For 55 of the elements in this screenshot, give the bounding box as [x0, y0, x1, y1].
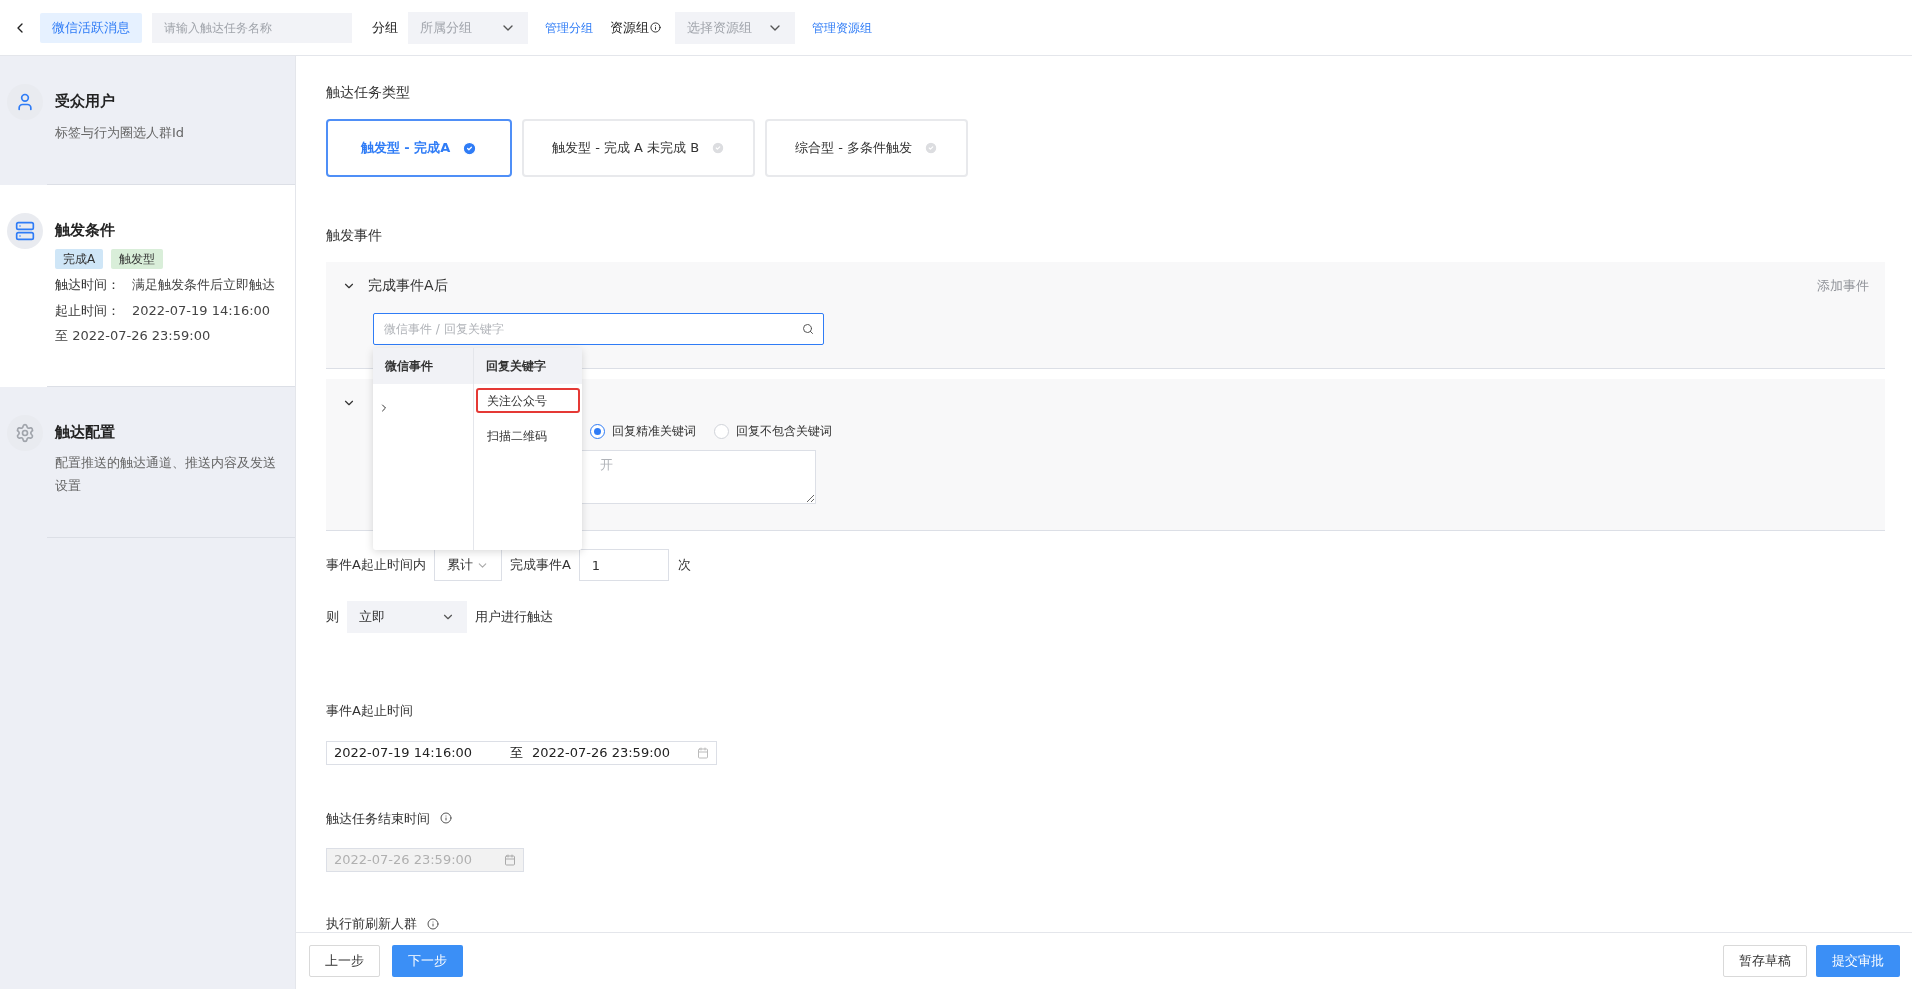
- then-suffix: 用户进行触达: [475, 608, 553, 627]
- check-circle-icon: [462, 140, 478, 156]
- task-type-option[interactable]: 触发型 - 完成A: [326, 119, 512, 177]
- prev-step-button[interactable]: 上一步: [309, 945, 380, 977]
- step-title: 触达配置: [55, 421, 116, 443]
- step-panel[interactable]: 触发条件 完成A 触发型 触达时间： 满足触发条件后立即触达 起止时间： 2022-07-19 14:16:00 至 2022-07-26 23:59:00: [0, 184, 295, 387]
- section-label: 事件A起止时间: [326, 702, 414, 720]
- event-title: 完成事件A后: [368, 276, 448, 295]
- info-icon: [427, 917, 439, 930]
- title-tag: 微信活跃消息: [40, 12, 142, 43]
- date-range-field[interactable]: 2022-07-19 14:16:00 至 2022-07-26 23:59:00: [326, 740, 717, 765]
- count-row-label: 事件A起止时间内: [326, 556, 426, 575]
- step-title: 触发条件: [55, 219, 116, 241]
- step-tag: 触发型: [111, 249, 164, 269]
- info-icon: [650, 22, 661, 33]
- section-label: 触达任务结束时间: [326, 809, 430, 828]
- manage-resource-group-link[interactable]: 管理资源组: [812, 18, 872, 37]
- calendar-icon: [504, 854, 516, 866]
- event-search-field[interactable]: 微信事件 / 回复关键字: [373, 313, 824, 345]
- count-unit: 次: [677, 556, 691, 575]
- task-type-option[interactable]: 综合型 - 多条件触发: [765, 119, 969, 177]
- section-label: 触发事件: [326, 226, 383, 245]
- count-field[interactable]: 1: [578, 549, 669, 581]
- step-description: 配置推送的触达通道、推送内容及发送设置: [55, 454, 277, 495]
- cascader-column-header[interactable]: 回复关键字: [474, 348, 582, 384]
- detail-label: 起止时间：: [55, 301, 120, 320]
- calendar-icon: [697, 746, 709, 759]
- check-circle-icon: [711, 141, 726, 155]
- detail-label: 触达时间：: [55, 276, 120, 294]
- timing-select[interactable]: 立即: [347, 601, 467, 633]
- cascader-column-header[interactable]: 微信事件: [373, 348, 473, 384]
- save-draft-button[interactable]: 暂存草稿: [1723, 945, 1807, 977]
- step-title: 受众用户: [55, 91, 116, 112]
- section-label: 触达任务类型: [326, 83, 411, 102]
- manage-group-link[interactable]: 管理分组: [545, 18, 593, 37]
- info-icon: [440, 812, 452, 825]
- step-tag: 完成A: [55, 249, 104, 269]
- cascader-option[interactable]: 扫描二维码: [476, 423, 580, 448]
- group-label: 分组: [372, 18, 398, 37]
- resource-group-label: 资源组: [610, 18, 649, 37]
- then-label: 则: [326, 608, 339, 627]
- detail-value: 满足触发条件后立即触达: [132, 276, 275, 294]
- search-icon: [802, 323, 814, 335]
- section-label: 执行前刷新人群: [326, 915, 417, 932]
- task-name-field[interactable]: 请输入触达任务名称: [152, 12, 352, 43]
- check-circle-icon: [924, 141, 939, 155]
- detail-value: 至 2022-07-26 23:59:00: [55, 327, 211, 345]
- step-description: 标签与行为圈选人群Id: [55, 123, 185, 142]
- count-row-label: 完成事件A: [509, 556, 571, 575]
- detail-value: 2022-07-19 14:16:00: [132, 301, 271, 320]
- cascader-option[interactable]: 关注公众号: [476, 388, 580, 413]
- match-mode-radio[interactable]: 回复不包含关键词: [714, 422, 832, 440]
- match-mode-radio[interactable]: 回复精准关键词: [590, 422, 696, 440]
- accumulate-select[interactable]: 累计: [433, 549, 502, 581]
- task-type-option[interactable]: 触发型 - 完成 A 未完成 B: [522, 119, 756, 177]
